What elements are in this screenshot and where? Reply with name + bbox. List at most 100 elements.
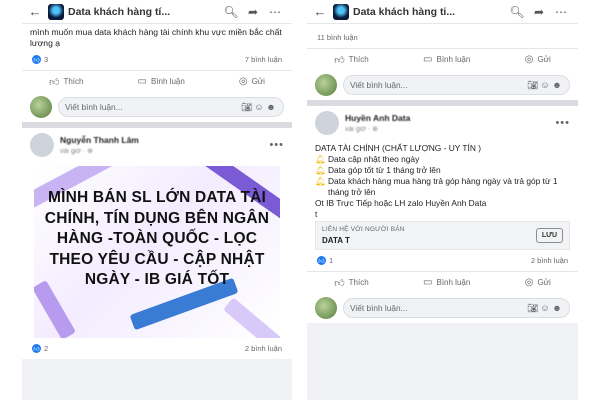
comment-composer: Viết bình luận... 📷︎ ☺ ☻ (307, 70, 578, 100)
post-body: DATA TÀI CHÍNH (CHẤT LƯỢNG - UY TÍN ) 🔔︎… (307, 140, 578, 217)
like-button[interactable]: 👍︎ Thích (49, 76, 83, 88)
action-bar: 👍︎ Thích ▭ Bình luận ◎ Gửi (307, 48, 578, 70)
messenger-icon: ◎ (524, 277, 534, 288)
comment-count[interactable]: 2 bình luận (531, 256, 568, 265)
action-bar: 👍︎ Thích ▭ Bình luận ◎ Gửi (307, 271, 578, 293)
post-line-cut: t (315, 209, 318, 217)
more-icon[interactable]: ••• (269, 139, 284, 151)
reaction-stats: 👍︎ 2 2 bình luận (22, 338, 292, 359)
like-badge-icon: 👍︎ (317, 256, 326, 265)
comment-composer: Viết bình luận... 📷︎ ☺ ☻ (22, 92, 292, 122)
comment-text: mình muốn mua data khách hàng tài chính … (30, 27, 282, 48)
camera-icon[interactable]: 📷︎ (241, 102, 253, 113)
comment-post: mình muốn mua data khách hàng tài chính … (22, 24, 292, 122)
author-avatar[interactable] (30, 133, 54, 157)
like-button[interactable]: 👍︎ Thích (334, 277, 368, 289)
emoji-icon[interactable]: ☺ (539, 303, 551, 313)
send-button[interactable]: ◎ Gửi (525, 54, 551, 65)
back-arrow-icon[interactable]: ← (28, 4, 42, 19)
contact-seller-label: LIÊN HỆ VỚI NGƯỜI BÁN (322, 226, 405, 233)
speech-bubble-icon: ▭ (423, 277, 433, 288)
group-avatar[interactable] (48, 3, 64, 20)
comment-count[interactable]: 11 bình luận (317, 33, 358, 42)
comment-count[interactable]: 7 bình luận (245, 55, 282, 64)
comment-input[interactable]: Viết bình luận... 📷︎ ☺ ☻ (343, 298, 570, 318)
send-button[interactable]: ◎ Gửi (239, 76, 265, 87)
share-icon[interactable]: ➦ (242, 5, 264, 19)
banner-text: MÌNH BÁN SL LỚN DATA TÀI CHÍNH, TÍN DỤNG… (44, 189, 270, 288)
author-avatar[interactable] (315, 111, 339, 135)
comment-button[interactable]: ▭ Bình luận (423, 277, 470, 288)
share-icon[interactable]: ➦ (528, 5, 550, 19)
top-bar: ← Data khách hàng ti... 🔍︎ ➦ ⋯ (307, 0, 578, 24)
speech-bubble-icon: ▭ (137, 76, 147, 87)
author-name[interactable]: Nguyễn Thanh Lâm (60, 135, 263, 145)
like-button[interactable]: 👍︎ Thích (334, 54, 368, 66)
bell-icon: 🔔︎ (315, 165, 326, 175)
sticker-icon[interactable]: ☻ (551, 80, 563, 90)
more-icon[interactable]: ⋯ (264, 5, 286, 19)
save-button[interactable]: LƯU (535, 228, 563, 243)
more-icon[interactable]: ••• (555, 117, 570, 129)
seller-post: Huyền Anh Data vài giờ · ⊕ ••• DATA TÀI … (307, 106, 578, 323)
search-icon[interactable]: 🔍︎ (220, 5, 242, 19)
sticker-icon[interactable]: ☻ (551, 303, 563, 313)
messenger-icon: ◎ (524, 54, 534, 65)
sticker-icon[interactable]: ☻ (265, 102, 277, 112)
camera-icon[interactable]: 📷︎ (527, 303, 539, 314)
search-icon[interactable]: 🔍︎ (506, 5, 528, 19)
bullet-line: 🔔︎ Data góp tốt từ 1 tháng trở lên (315, 165, 441, 175)
post-image-banner[interactable]: MÌNH BÁN SL LỚN DATA TÀI CHÍNH, TÍN DỤNG… (34, 166, 280, 338)
post-time: vài giờ · ⊕ (60, 148, 94, 155)
comment-button[interactable]: ▭ Bình luận (423, 54, 470, 65)
camera-icon[interactable]: 📷︎ (527, 80, 539, 91)
user-avatar (30, 96, 52, 118)
thumbs-up-icon: 👍︎ (49, 76, 60, 88)
bell-icon: 🔔︎ (315, 176, 326, 186)
post-header: Huyền Anh Data vài giờ · ⊕ ••• (307, 106, 578, 140)
comment-input[interactable]: Viết bình luận... 📷︎ ☺ ☻ (343, 75, 570, 95)
post-line-title: DATA TÀI CHÍNH (CHẤT LƯỢNG - UY TÍN ) (315, 143, 482, 153)
thumbs-up-icon: 👍︎ (334, 54, 345, 66)
user-avatar (315, 74, 337, 96)
speech-bubble-icon: ▭ (423, 54, 433, 65)
like-count[interactable]: 1 (329, 256, 333, 265)
bullet-line: 🔔︎ Data khách hàng mua hàng trả góp hàng … (315, 176, 558, 197)
reaction-stats: 👍︎ 3 7 bình luận (22, 49, 292, 70)
more-icon[interactable]: ⋯ (550, 5, 572, 19)
action-bar: 👍︎ Thích ▭ Bình luận ◎ Gửi (22, 70, 292, 92)
bullet-line: 🔔︎ Data cập nhật theo ngày (315, 154, 420, 164)
user-avatar (315, 297, 337, 319)
back-arrow-icon[interactable]: ← (313, 4, 327, 19)
contact-seller-title: DATA T (322, 236, 350, 245)
emoji-icon[interactable]: ☺ (539, 80, 551, 90)
post-header: Nguyễn Thanh Lâm vài giờ · ⊕ ••• (22, 128, 292, 162)
comment-composer: Viết bình luận... 📷︎ ☺ ☻ (307, 293, 578, 323)
like-count[interactable]: 2 (44, 344, 48, 353)
comment-button[interactable]: ▭ Bình luận (138, 76, 185, 87)
like-count[interactable]: 3 (44, 55, 48, 64)
reaction-stats: 11 bình luận (307, 24, 578, 48)
previous-post-footer: 11 bình luận 👍︎ Thích ▭ Bình luận ◎ Gửi Viế… (307, 24, 578, 100)
top-bar: ← Data khách hàng tí... 🔍︎ ➦ ⋯ (22, 0, 292, 24)
reaction-stats: 👍︎ 1 2 bình luận (307, 250, 578, 271)
send-button[interactable]: ◎ Gửi (525, 277, 551, 288)
comment-count[interactable]: 2 bình luận (245, 344, 282, 353)
like-badge-icon: 👍︎ (32, 55, 41, 64)
contact-seller-card[interactable]: LIÊN HỆ VỚI NGƯỜI BÁN DATA T LƯU (315, 221, 570, 250)
post-line-contact: Ot IB Trực Tiếp hoặc LH zalo Huyền Anh D… (315, 198, 487, 208)
group-title[interactable]: Data khách hàng ti... (353, 6, 506, 18)
like-badge-icon: 👍︎ (32, 344, 41, 353)
right-screenshot: ← Data khách hàng ti... 🔍︎ ➦ ⋯ 11 bình l… (307, 0, 578, 400)
group-avatar[interactable] (333, 3, 349, 20)
thumbs-up-icon: 👍︎ (334, 277, 345, 289)
post-time: vài giờ · ⊕ (345, 126, 379, 133)
seller-post: Nguyễn Thanh Lâm vài giờ · ⊕ ••• MÌNH BÁ… (22, 128, 292, 359)
bell-icon: 🔔︎ (315, 154, 326, 164)
group-title[interactable]: Data khách hàng tí... (68, 6, 220, 18)
comment-input[interactable]: Viết bình luận... 📷︎ ☺ ☻ (58, 97, 284, 117)
messenger-icon: ◎ (238, 76, 248, 87)
emoji-icon[interactable]: ☺ (253, 102, 265, 112)
author-name[interactable]: Huyền Anh Data (345, 113, 549, 123)
decor-stripe (223, 297, 280, 338)
